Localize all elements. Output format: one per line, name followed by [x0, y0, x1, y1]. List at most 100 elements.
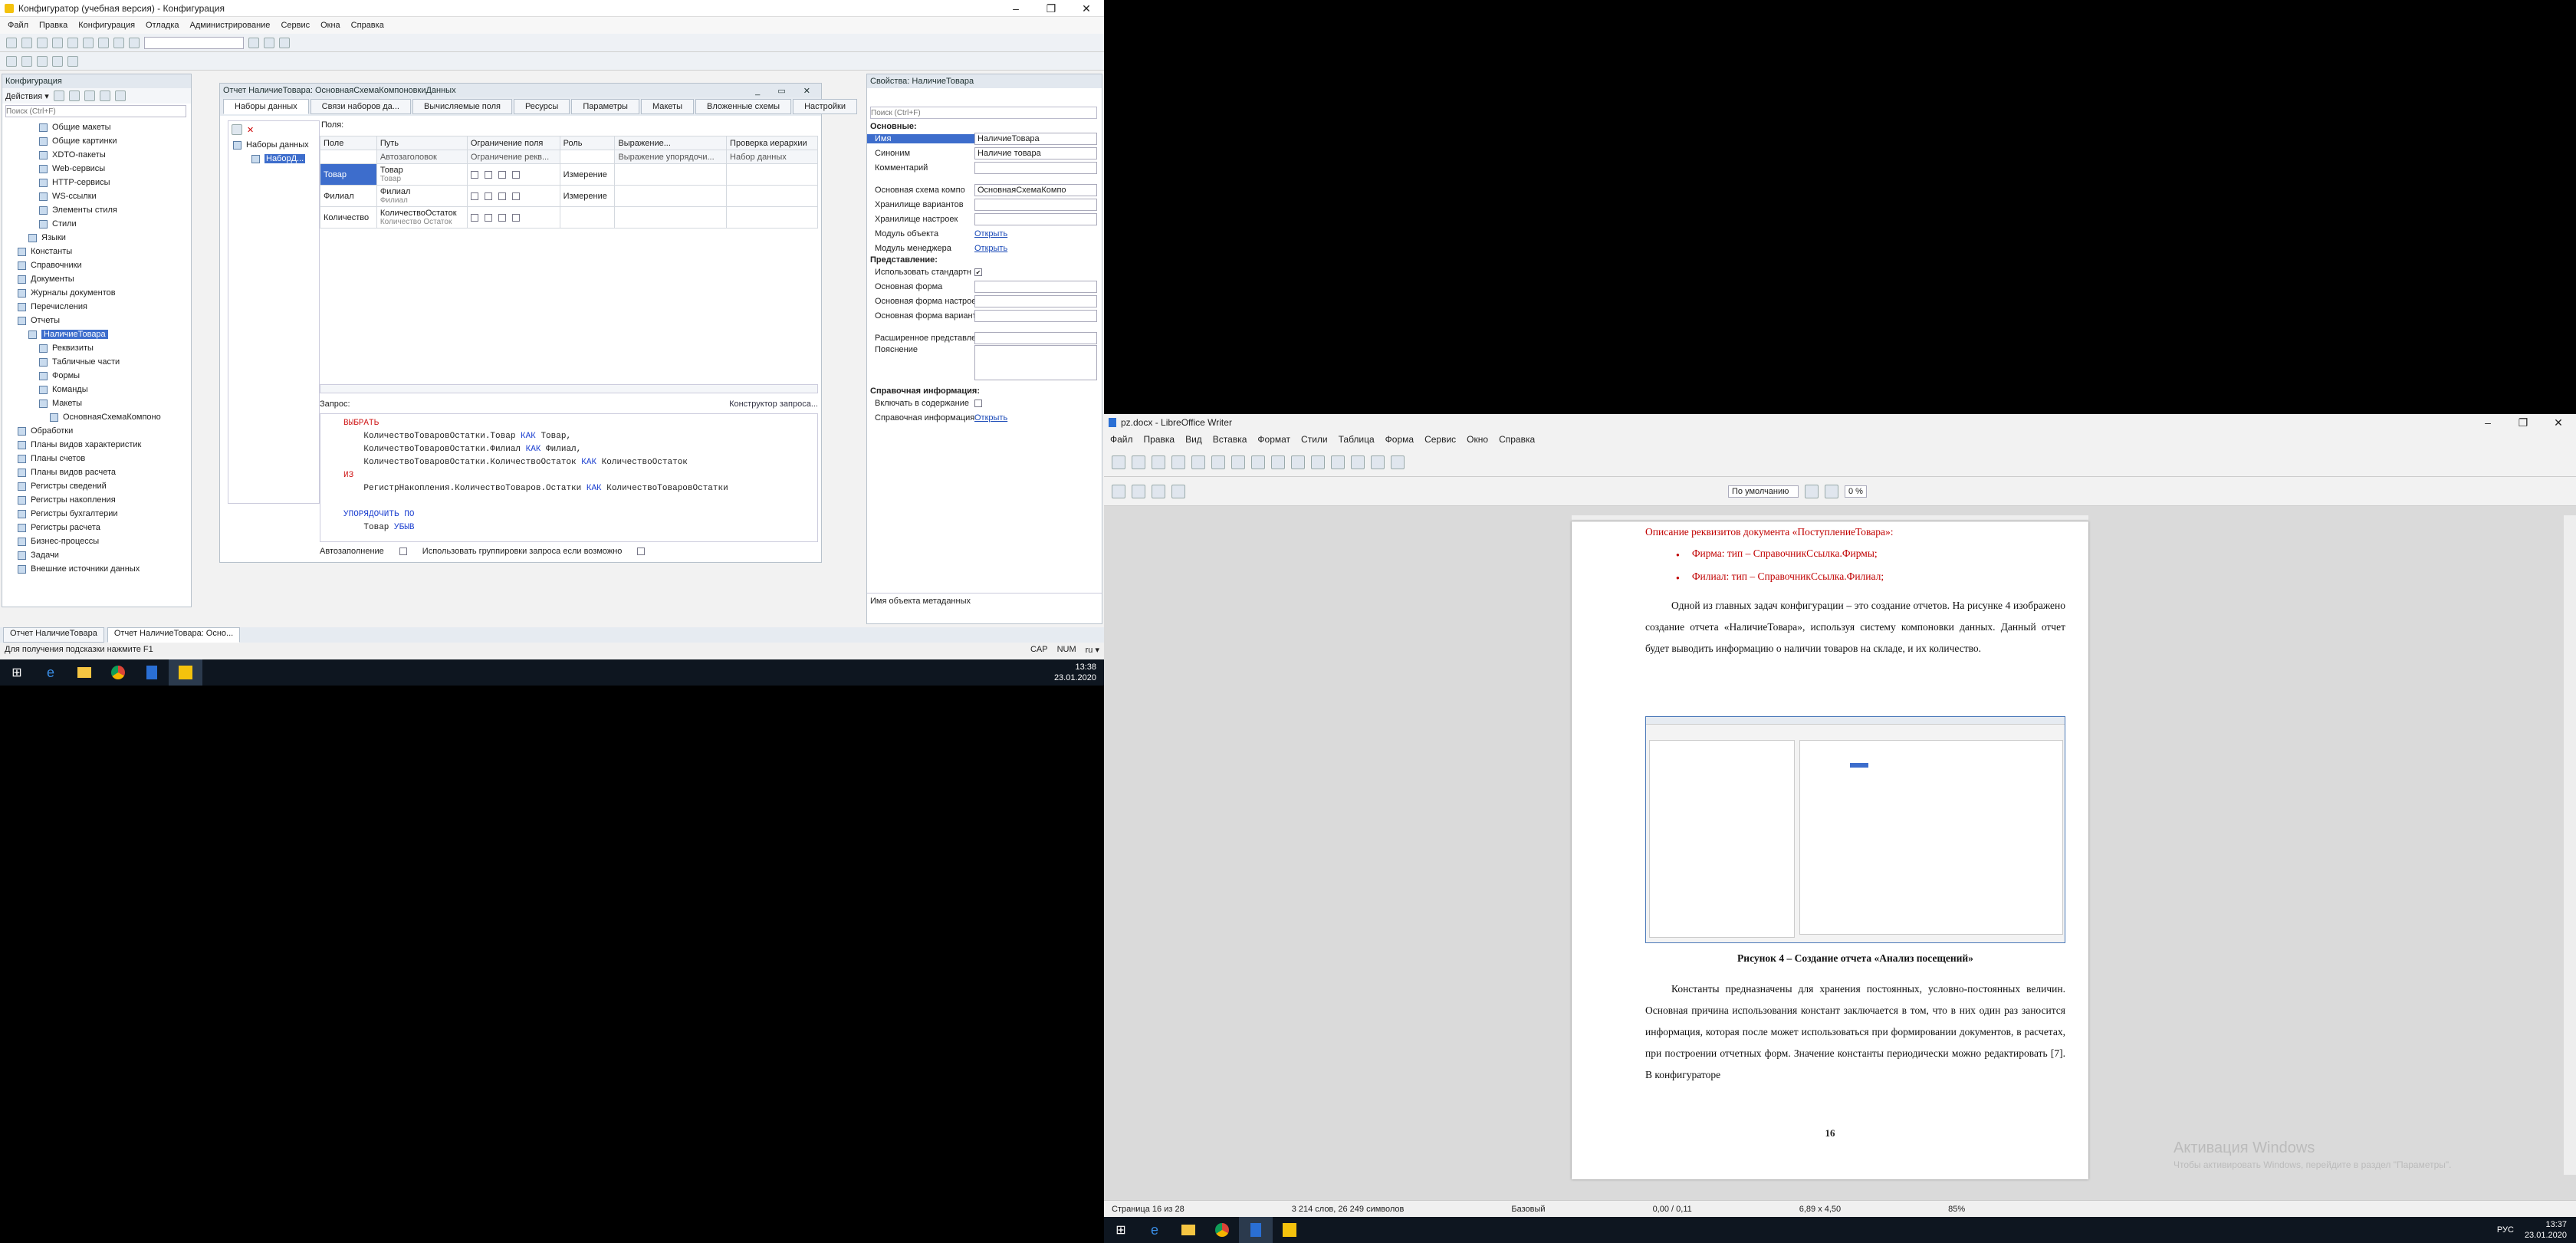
property-row[interactable]: Хранилище настроек — [867, 212, 1102, 226]
restriction-cell[interactable] — [466, 206, 560, 229]
writer-maximize-button[interactable]: ❐ — [2505, 414, 2541, 431]
debug-icon[interactable] — [248, 37, 259, 48]
restriction-checkbox[interactable] — [498, 170, 506, 179]
path-cell[interactable]: Филиал Филиал — [376, 185, 468, 207]
writer-close-button[interactable]: ✕ — [2541, 414, 2576, 431]
query-editor[interactable]: ВЫБРАТЬ КоличествоТоваровОстатки.Товар К… — [320, 413, 818, 542]
writer-vertical-scrollbar[interactable] — [2564, 515, 2576, 1175]
add-dataset-icon[interactable] — [232, 124, 242, 135]
tree-item[interactable]: Реквизиты — [2, 341, 191, 355]
restriction-checkbox[interactable] — [498, 213, 506, 222]
menu-item[interactable]: Окна — [320, 21, 340, 30]
save-doc-icon[interactable] — [1152, 455, 1165, 469]
restriction-checkbox[interactable] — [484, 192, 492, 200]
line-icon[interactable] — [1391, 455, 1405, 469]
writer-menu-item[interactable]: Формат — [1257, 434, 1290, 445]
textbox-icon[interactable] — [1371, 455, 1385, 469]
property-row[interactable]: Пояснение — [867, 345, 1102, 383]
find-icon[interactable] — [129, 37, 140, 48]
tree-item[interactable]: ОсновнаяСхемаКомпоно — [2, 410, 191, 424]
syntax-icon[interactable] — [264, 37, 274, 48]
menu-item[interactable]: Отладка — [146, 21, 179, 30]
table-icon[interactable] — [1311, 455, 1325, 469]
restriction-checkbox[interactable] — [498, 192, 506, 200]
border-icon[interactable] — [1171, 484, 1185, 498]
property-value[interactable] — [974, 198, 1097, 211]
tree-item[interactable]: Формы — [2, 369, 191, 383]
windows-start-icon-2[interactable]: ⊞ — [1104, 1217, 1138, 1243]
writer-menu-item[interactable]: Стили — [1301, 434, 1328, 445]
writer-minimize-button[interactable]: – — [2470, 414, 2505, 431]
column-header[interactable]: Поле — [320, 136, 377, 150]
property-value[interactable] — [974, 294, 1097, 307]
restriction-checkbox[interactable] — [511, 192, 520, 200]
run-icon[interactable] — [52, 55, 63, 67]
tree-item[interactable]: XDTO-пакеты — [2, 148, 191, 162]
undo-doc-icon[interactable] — [1271, 455, 1285, 469]
rotate-icon[interactable] — [1805, 484, 1819, 498]
field-cell[interactable]: Филиал — [320, 185, 377, 207]
stop-icon[interactable] — [67, 55, 78, 67]
menu-item[interactable]: Правка — [39, 21, 67, 30]
tree-item[interactable]: Регистры накопления — [2, 493, 191, 507]
writer-menu-item[interactable]: Правка — [1144, 434, 1175, 445]
chrome-icon-2[interactable] — [1205, 1217, 1239, 1243]
property-row[interactable]: Модуль менеджера Открыть — [867, 241, 1102, 255]
property-row[interactable]: Комментарий — [867, 160, 1102, 175]
menu-item[interactable]: Конфигурация — [78, 21, 135, 30]
image-icon[interactable] — [1331, 455, 1345, 469]
property-value[interactable] — [974, 331, 1097, 344]
chrome-icon[interactable] — [101, 659, 135, 686]
report-tab[interactable]: Настройки — [793, 99, 857, 114]
property-row[interactable]: Справочная информация Открыть — [867, 410, 1102, 425]
minimize-button[interactable]: – — [998, 0, 1033, 17]
horizontal-scrollbar[interactable] — [320, 384, 818, 393]
restriction-checkbox[interactable] — [470, 192, 478, 200]
cut-doc-icon[interactable] — [1211, 455, 1225, 469]
tree-item[interactable]: Команды — [2, 383, 191, 396]
property-row[interactable]: Имя НаличиеТовара — [867, 131, 1102, 146]
property-row[interactable]: Включать в содержание — [867, 396, 1102, 410]
pdf-icon[interactable] — [1171, 455, 1185, 469]
update-icon[interactable] — [21, 55, 32, 67]
edge-icon-2[interactable]: e — [1138, 1217, 1171, 1243]
report-tab[interactable]: Наборы данных — [223, 99, 309, 114]
anchor-icon[interactable] — [1112, 484, 1125, 498]
language-indicator[interactable]: РУС — [2497, 1225, 2514, 1235]
maximize-button[interactable]: ❐ — [1033, 0, 1069, 17]
menu-item[interactable]: Справка — [351, 21, 384, 30]
table-row[interactable]: Филиал Филиал Филиал Измерение — [320, 185, 818, 207]
column-header[interactable]: Путь — [376, 136, 468, 150]
menu-item[interactable]: Файл — [8, 21, 28, 30]
dataset-item[interactable]: НаборД... — [228, 152, 319, 166]
table-row[interactable]: Количество КоличествоОстаток Количество Ос… — [320, 206, 818, 229]
rotation-field[interactable]: 0 % — [1845, 485, 1867, 498]
table-row[interactable]: Товар Товар Товар Измерение — [320, 163, 818, 186]
paste-icon[interactable] — [83, 37, 94, 48]
delete-dataset-icon[interactable]: ✕ — [247, 125, 254, 135]
tree-item[interactable]: WS-ссылки — [2, 189, 191, 203]
report-tab[interactable]: Параметры — [571, 99, 639, 114]
print-icon[interactable] — [1191, 455, 1205, 469]
align-icon[interactable] — [1152, 484, 1165, 498]
writer-menu-item[interactable]: Окно — [1467, 434, 1488, 445]
cut-icon[interactable] — [52, 37, 63, 48]
redo-doc-icon[interactable] — [1291, 455, 1305, 469]
move-down-icon[interactable] — [114, 90, 126, 101]
autofill-checkbox[interactable] — [399, 548, 407, 555]
tree-item[interactable]: Web-сервисы — [2, 162, 191, 176]
delete-icon[interactable] — [84, 90, 95, 101]
property-checkbox[interactable] — [974, 399, 982, 407]
restriction-checkbox[interactable] — [511, 213, 520, 222]
writer-menu-item[interactable]: Вид — [1185, 434, 1202, 445]
column-header[interactable]: Ограничение поля — [466, 136, 560, 150]
property-value[interactable]: Наличие товара — [974, 146, 1097, 159]
property-row[interactable]: Основная форма — [867, 279, 1102, 294]
report-tab[interactable]: Вычисляемые поля — [412, 99, 512, 114]
tree-item[interactable]: Константы — [2, 245, 191, 258]
property-row[interactable]: Основная схема компо ОсновнаяСхемаКомпо — [867, 183, 1102, 197]
property-value[interactable] — [974, 309, 1097, 322]
window-tab[interactable]: Отчет НаличиеТовара — [3, 627, 104, 643]
role-cell[interactable]: Измерение — [559, 163, 616, 186]
path-cell[interactable]: КоличествоОстаток Количество Остаток — [376, 206, 468, 229]
